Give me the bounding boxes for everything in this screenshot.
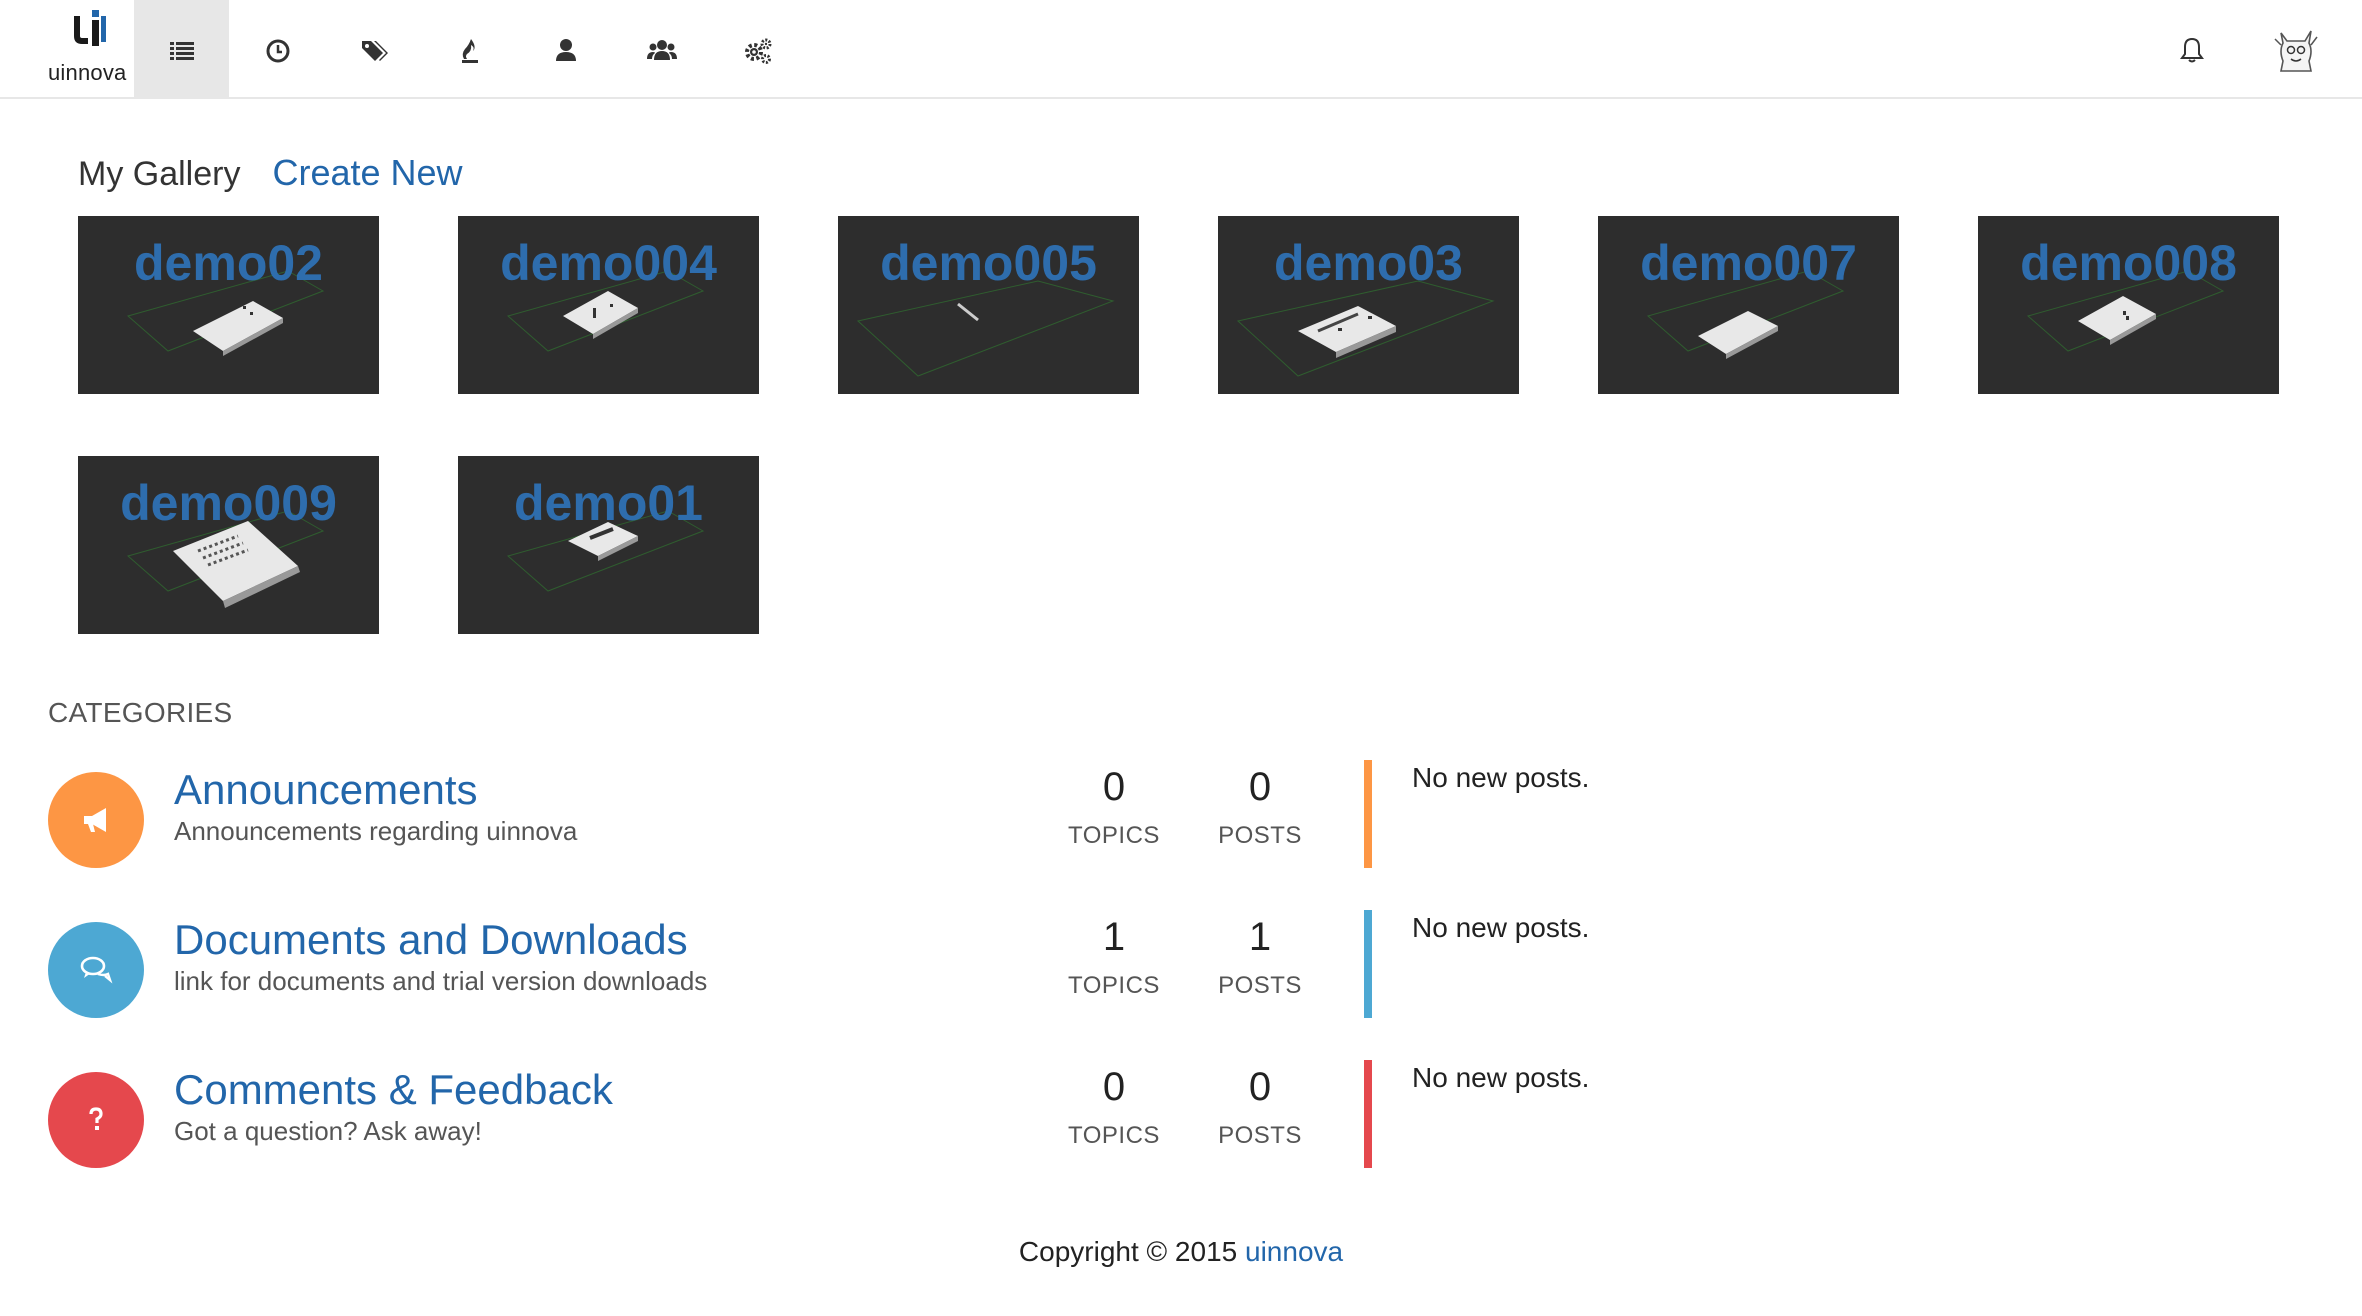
nav-popular[interactable] (422, 0, 517, 99)
footer-link[interactable]: uinnova (1245, 1236, 1343, 1267)
category-row: Comments & Feedback Got a question? Ask … (0, 1060, 2362, 1170)
category-icon[interactable] (48, 1072, 144, 1168)
gallery-thumbnail[interactable]: demo02 (78, 216, 379, 394)
clock-icon (266, 39, 289, 62)
bell-icon (2180, 37, 2204, 62)
nav-admin[interactable] (710, 0, 805, 99)
gears-icon (744, 38, 771, 64)
thumbnail-label: demo007 (1640, 235, 1857, 291)
tags-icon (361, 40, 388, 61)
posts-count: 1 (1248, 915, 1272, 959)
topics-count: 1 (1102, 915, 1126, 959)
fire-icon (461, 38, 478, 63)
category-row: Announcements Announcements regarding ui… (0, 760, 2362, 870)
category-description: Got a question? Ask away! (174, 1116, 482, 1146)
posts-label: POSTS (1218, 1122, 1302, 1149)
top-navbar: uinnova (0, 0, 2362, 99)
posts-label: POSTS (1218, 822, 1302, 849)
category-color-bar (1364, 1060, 1372, 1168)
footer: Copyright © 2015 uinnova (0, 1236, 2362, 1268)
topics-count: 0 (1102, 1065, 1126, 1109)
list-icon (169, 41, 194, 60)
topics-stat: 1 TOPICS (1054, 910, 1174, 1000)
posts-count: 0 (1248, 765, 1272, 809)
posts-stat: 0 POSTS (1200, 760, 1320, 850)
bullhorn-icon (84, 808, 106, 832)
gallery-thumbnail[interactable]: demo005 (838, 216, 1139, 394)
thumbnail-label: demo009 (120, 475, 337, 531)
posts-label: POSTS (1218, 972, 1302, 999)
gallery-thumbnail[interactable]: demo01 (458, 456, 759, 634)
posts-stat: 1 POSTS (1200, 910, 1320, 1000)
nav-recent[interactable] (230, 0, 325, 99)
nav-tags[interactable] (326, 0, 421, 99)
users-icon (646, 39, 677, 60)
comments-icon (80, 956, 113, 984)
user-icon (555, 38, 576, 61)
gallery-thumbnail[interactable]: demo008 (1978, 216, 2279, 394)
gallery-header: My Gallery Create New (78, 152, 463, 194)
nav-categories[interactable] (134, 0, 229, 99)
brand-name: uinnova (48, 60, 127, 85)
categories-heading: CATEGORIES (48, 697, 233, 728)
thumbnail-label: demo01 (514, 475, 703, 531)
topics-stat: 0 TOPICS (1054, 760, 1174, 850)
gallery-title: My Gallery (78, 155, 241, 193)
gallery-thumbnail[interactable]: demo03 (1218, 216, 1519, 394)
last-post-text: No new posts. (1412, 762, 1590, 793)
gallery-thumbnail[interactable]: demo007 (1598, 216, 1899, 394)
topics-count: 0 (1102, 765, 1126, 809)
thumbnail-label: demo008 (2020, 235, 2237, 291)
question-icon (89, 1107, 103, 1130)
category-color-bar (1364, 910, 1372, 1018)
thumbnail-label: demo02 (134, 235, 323, 291)
brand[interactable]: uinnova (44, 6, 134, 90)
topics-stat: 0 TOPICS (1054, 1060, 1174, 1150)
copyright-text: Copyright © 2015 (1018, 1236, 1245, 1267)
thumbnail-label: demo004 (500, 235, 717, 291)
notifications-button[interactable] (2162, 0, 2222, 99)
thumbnail-label: demo03 (1274, 235, 1463, 291)
category-row: Documents and Downloads link for documen… (0, 910, 2362, 1020)
create-new-link[interactable]: Create New (272, 152, 462, 194)
topics-label: TOPICS (1068, 822, 1160, 849)
topics-label: TOPICS (1068, 1122, 1160, 1149)
category-color-bar (1364, 760, 1372, 868)
category-title[interactable]: Comments & Feedback (174, 1066, 613, 1114)
gallery-thumbnail[interactable]: demo004 (458, 216, 759, 394)
category-title[interactable]: Announcements (174, 766, 478, 814)
last-post-text: No new posts. (1412, 912, 1590, 943)
last-post-text: No new posts. (1412, 1062, 1590, 1093)
user-menu-button[interactable] (2266, 0, 2326, 99)
category-icon[interactable] (48, 772, 144, 868)
gallery-thumbnail[interactable]: demo009 (78, 456, 379, 634)
thumbnail-label: demo005 (880, 235, 1097, 291)
category-description: link for documents and trial version dow… (174, 966, 708, 996)
uinnova-logo-icon (74, 10, 106, 46)
nav-profile[interactable] (518, 0, 613, 99)
topics-label: TOPICS (1068, 972, 1160, 999)
category-description: Announcements regarding uinnova (174, 816, 578, 846)
posts-count: 0 (1248, 1065, 1272, 1109)
avatar (2274, 30, 2318, 72)
category-title[interactable]: Documents and Downloads (174, 916, 688, 964)
posts-stat: 0 POSTS (1200, 1060, 1320, 1150)
category-icon[interactable] (48, 922, 144, 1018)
nav-users[interactable] (614, 0, 709, 99)
